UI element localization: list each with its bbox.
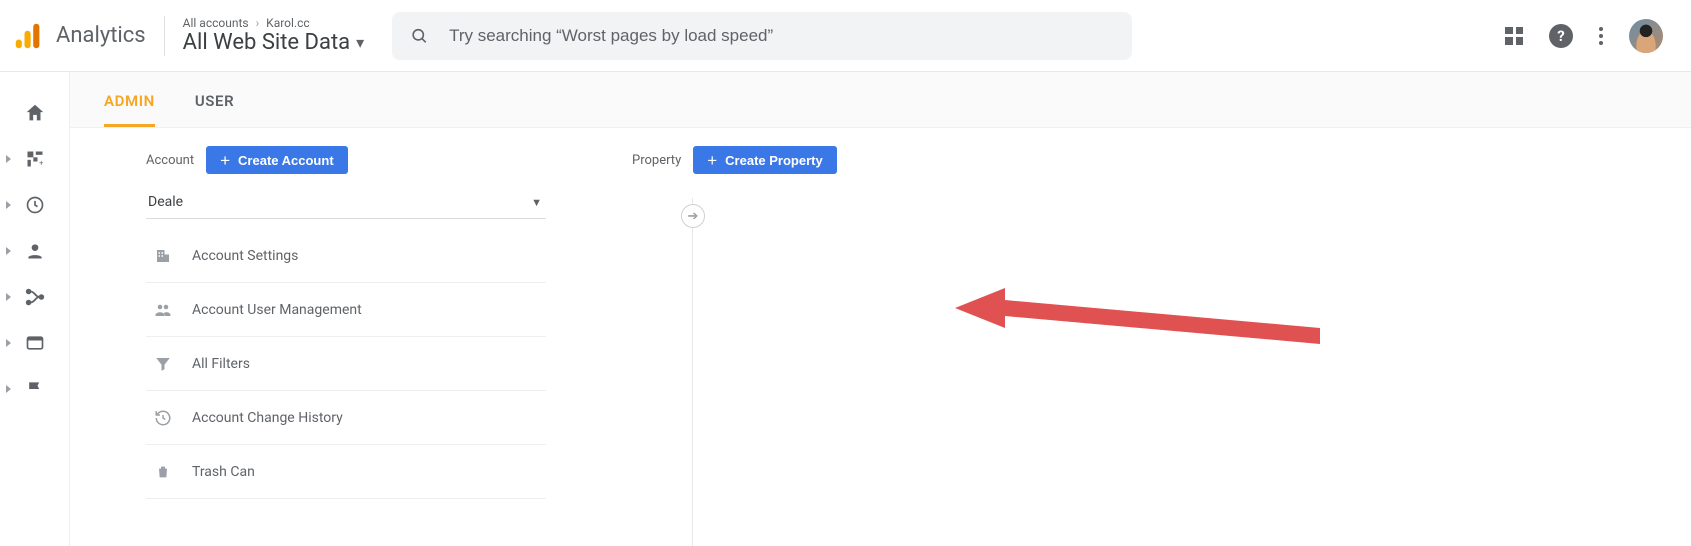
property-label: Property bbox=[632, 153, 681, 168]
breadcrumb-root: All accounts bbox=[183, 16, 249, 30]
sidebar-item-behavior[interactable] bbox=[0, 320, 69, 366]
view-name: All Web Site Data bbox=[183, 30, 350, 55]
brand-name: Analytics bbox=[56, 23, 146, 48]
menu-item-label: Account User Management bbox=[192, 302, 362, 318]
analytics-logo-icon bbox=[14, 22, 42, 50]
sidebar-item-realtime[interactable] bbox=[0, 182, 69, 228]
help-icon[interactable]: ? bbox=[1549, 24, 1573, 48]
tab-user[interactable]: USER bbox=[195, 92, 234, 127]
account-selected-value: Deale bbox=[148, 194, 183, 210]
expand-arrow-icon bbox=[6, 339, 11, 347]
menu-item-trash-can[interactable]: Trash Can bbox=[146, 445, 546, 499]
sidebar-item-acquisition[interactable] bbox=[0, 274, 69, 320]
menu-item-account-settings[interactable]: Account Settings bbox=[146, 229, 546, 283]
property-column: Property + Create Property bbox=[632, 146, 1112, 546]
expand-arrow-icon bbox=[6, 385, 11, 393]
people-icon bbox=[152, 301, 174, 319]
funnel-icon bbox=[152, 355, 174, 373]
person-icon bbox=[25, 241, 45, 261]
header-separator bbox=[164, 16, 165, 56]
menu-item-label: All Filters bbox=[192, 356, 250, 372]
chevron-right-icon: › bbox=[256, 16, 260, 30]
nav-sidebar: + bbox=[0, 72, 70, 546]
menu-item-label: Account Change History bbox=[192, 410, 343, 426]
more-menu-icon[interactable] bbox=[1599, 27, 1603, 45]
create-account-label: Create Account bbox=[238, 153, 334, 168]
sidebar-item-audience[interactable] bbox=[0, 228, 69, 274]
behavior-icon bbox=[25, 333, 45, 353]
main-area: ADMIN USER Account + Create Account Deal… bbox=[70, 72, 1691, 546]
dashboard-icon: + bbox=[25, 149, 45, 169]
admin-tabs: ADMIN USER bbox=[70, 72, 1691, 128]
menu-item-account-user-management[interactable]: Account User Management bbox=[146, 283, 546, 337]
building-icon bbox=[152, 247, 174, 265]
plus-icon: + bbox=[220, 152, 230, 169]
sidebar-item-customization[interactable]: + bbox=[0, 136, 69, 182]
sidebar-item-home[interactable] bbox=[0, 90, 69, 136]
admin-columns: Account + Create Account Deale ▼ A bbox=[70, 128, 1691, 546]
brand-block[interactable]: Analytics bbox=[14, 22, 146, 50]
account-column: Account + Create Account Deale ▼ A bbox=[146, 146, 626, 546]
menu-item-account-change-history[interactable]: Account Change History bbox=[146, 391, 546, 445]
home-icon bbox=[24, 102, 46, 124]
header-actions: ? bbox=[1505, 19, 1671, 53]
search-icon bbox=[410, 26, 429, 46]
history-icon bbox=[152, 409, 174, 427]
app-header: Analytics All accounts › Karol.cc All We… bbox=[0, 0, 1691, 72]
expand-arrow-icon bbox=[6, 201, 11, 209]
expand-arrow-icon bbox=[6, 155, 11, 163]
flag-icon bbox=[25, 379, 45, 399]
clock-icon bbox=[25, 195, 45, 215]
account-selector[interactable]: Deale ▼ bbox=[146, 188, 546, 219]
create-account-button[interactable]: + Create Account bbox=[206, 146, 348, 174]
user-avatar[interactable] bbox=[1629, 19, 1663, 53]
caret-down-icon: ▾ bbox=[356, 33, 364, 52]
search-bar[interactable] bbox=[392, 12, 1132, 60]
create-property-button[interactable]: + Create Property bbox=[693, 146, 836, 174]
expand-arrow-icon bbox=[6, 247, 11, 255]
tab-admin[interactable]: ADMIN bbox=[104, 92, 155, 127]
account-menu: Account Settings Account User Management… bbox=[146, 229, 546, 499]
svg-text:+: + bbox=[39, 159, 43, 168]
account-label: Account bbox=[146, 153, 194, 168]
acquisition-icon bbox=[24, 286, 46, 308]
menu-item-all-filters[interactable]: All Filters bbox=[146, 337, 546, 391]
expand-arrow-icon bbox=[6, 293, 11, 301]
trash-icon bbox=[152, 463, 174, 481]
plus-icon: + bbox=[707, 152, 717, 169]
sidebar-item-conversions[interactable] bbox=[0, 366, 69, 412]
account-picker[interactable]: All accounts › Karol.cc All Web Site Dat… bbox=[183, 16, 365, 55]
create-property-label: Create Property bbox=[725, 153, 823, 168]
breadcrumb: All accounts › Karol.cc bbox=[183, 16, 365, 30]
breadcrumb-account: Karol.cc bbox=[266, 16, 310, 30]
apps-grid-icon[interactable] bbox=[1505, 27, 1523, 45]
menu-item-label: Account Settings bbox=[192, 248, 298, 264]
search-input[interactable] bbox=[449, 26, 1114, 46]
caret-down-icon: ▼ bbox=[531, 196, 542, 209]
menu-item-label: Trash Can bbox=[192, 464, 255, 480]
